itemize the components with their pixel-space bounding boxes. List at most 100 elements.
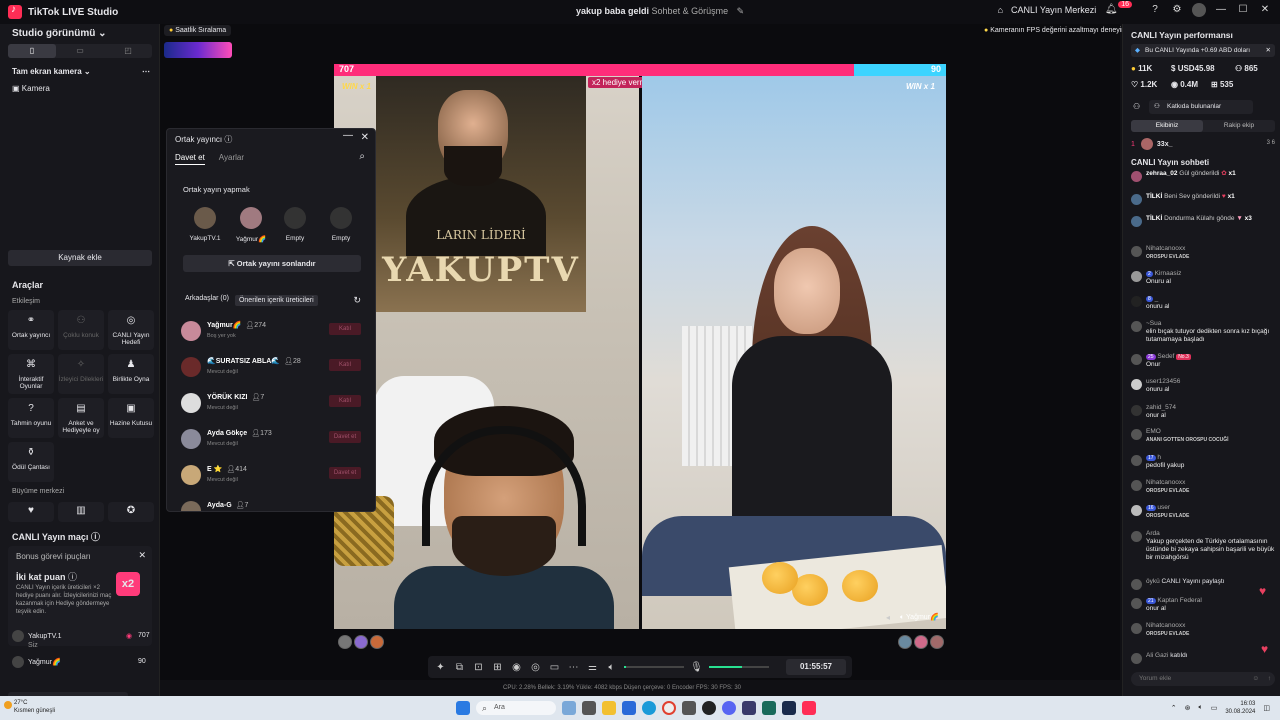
app-icon[interactable]	[742, 701, 756, 715]
minimize-panel-icon[interactable]: —	[343, 130, 353, 141]
weather-widget[interactable]: 27°C Kısmen güneşli	[4, 699, 55, 715]
profile-avatar[interactable]	[1192, 3, 1206, 17]
source-camera[interactable]: ▣ Kamera	[12, 84, 50, 93]
growth-tool-3[interactable]: ✪	[108, 502, 154, 522]
speaker-volume-icon[interactable]: 🔈︎	[605, 661, 618, 674]
comment-input[interactable]: Yorum ekle ☺ ↑	[1131, 672, 1275, 686]
join-button[interactable]: Katıl	[329, 323, 361, 335]
app-icon[interactable]	[682, 701, 696, 715]
add-source-button[interactable]: Kaynak ekle	[8, 250, 152, 266]
co-host-slot[interactable]: Yağmur🌈	[231, 207, 271, 243]
promo-banner[interactable]	[164, 42, 232, 58]
taskbar-search[interactable]: Ara	[476, 701, 556, 715]
edit-title-icon[interactable]: ✎	[737, 6, 745, 16]
file-explorer-icon[interactable]	[602, 701, 616, 715]
mic-volume-slider[interactable]	[709, 666, 769, 668]
windows-start-icon[interactable]	[456, 701, 470, 715]
tab-rival-team[interactable]: Rakip ekip	[1203, 120, 1275, 132]
studio-view-dropdown[interactable]: Studio görünümü ⌄	[12, 28, 107, 39]
search-icon[interactable]: ⌕	[359, 151, 365, 162]
close-icon[interactable]: ✕	[1258, 3, 1272, 17]
tool-poll[interactable]: ▤ Anket ve Hediyeyle oy	[58, 398, 104, 438]
growth-tool-1[interactable]: ♥	[8, 502, 54, 522]
camera-toggle-icon[interactable]: ▭	[548, 661, 561, 674]
growth-tool-2[interactable]: ▥	[58, 502, 104, 522]
effects-wand-icon[interactable]: ✦	[434, 661, 447, 674]
tool-interactive-games[interactable]: ⌘ İnteraktif Oyunlar	[8, 354, 54, 394]
co-host-slot-empty[interactable]: Empty	[275, 207, 315, 242]
battery-icon[interactable]: ▭	[1211, 704, 1218, 712]
volume-icon[interactable]: 🔈︎	[1199, 704, 1203, 712]
invite-button[interactable]: Davet et	[329, 431, 361, 443]
settings-gear-icon[interactable]: ⚙	[1170, 3, 1184, 17]
maximize-icon[interactable]: ☐	[1236, 3, 1250, 17]
notification-icon[interactable]: ◫	[1263, 704, 1270, 712]
store-icon[interactable]	[622, 701, 636, 715]
minimize-icon[interactable]: —	[1214, 3, 1228, 17]
info-icon[interactable]: ⓘ	[91, 532, 100, 542]
steam-icon[interactable]	[782, 701, 796, 715]
audio-mixer-icon[interactable]: ⚌	[586, 661, 599, 674]
record-icon[interactable]: ◉	[510, 661, 523, 674]
join-button[interactable]: Katıl	[329, 395, 361, 407]
emoji-icon[interactable]: ☺	[1252, 672, 1259, 686]
layout-toggle[interactable]: ▯ ▭ ◰	[8, 44, 152, 58]
live-center-link[interactable]: CANLI Yayın Merkezi	[1011, 5, 1096, 15]
more-icon[interactable]: ⋯	[567, 661, 580, 674]
chrome-icon[interactable]	[662, 701, 676, 715]
tab-your-team[interactable]: Ekibiniz	[1131, 120, 1203, 132]
right-supporters[interactable]	[898, 635, 944, 649]
tab-suggested[interactable]: Önerilen içerik üreticileri	[234, 295, 318, 306]
chevron-up-icon[interactable]: ⌃	[1171, 704, 1177, 712]
invite-button[interactable]: Davet et	[329, 467, 361, 479]
app-icon[interactable]	[762, 701, 776, 715]
info-icon[interactable]: ⓘ	[224, 135, 232, 144]
app-icon[interactable]	[702, 701, 716, 715]
portrait-layout-icon[interactable]: ▯	[8, 44, 56, 58]
tool-live-goal[interactable]: ◎ CANLI Yayın Hedefi	[108, 310, 154, 350]
landscape-layout-icon[interactable]: ▭	[56, 44, 104, 58]
task-view-icon[interactable]	[582, 701, 596, 715]
mute-icon[interactable]: 🔈︎	[900, 614, 904, 621]
co-host-slot-empty[interactable]: Empty	[321, 207, 361, 242]
tool-prediction[interactable]: ? Tahmin oyunu	[8, 398, 54, 438]
widgets-icon[interactable]	[562, 701, 576, 715]
contributors-button[interactable]: ⚇ Katkıda bulunanlar	[1149, 100, 1253, 114]
refresh-icon[interactable]: ↻	[353, 295, 361, 306]
end-co-host-button[interactable]: ⇱ Ortak yayını sonlandır	[183, 255, 361, 272]
speaker-volume-slider[interactable]	[624, 666, 684, 668]
join-button[interactable]: Katıl	[329, 359, 361, 371]
stream-title-area[interactable]: yakup baba geldi Sohbet & Görüşme ✎	[576, 6, 744, 17]
close-bonus-icon[interactable]: ✕	[138, 550, 146, 561]
replay-icon[interactable]: ◎	[529, 661, 542, 674]
microphone-icon[interactable]: 🎙︎	[690, 661, 703, 674]
tool-play-together[interactable]: ♟ Birlikte Oyna	[108, 354, 154, 394]
other-layout-icon[interactable]: ◰	[104, 44, 152, 58]
close-panel-icon[interactable]: ✕	[361, 132, 369, 143]
tab-invite[interactable]: Davet et	[175, 153, 205, 165]
left-supporters[interactable]	[338, 635, 384, 649]
screen-capture-icon[interactable]: ⊡	[472, 661, 485, 674]
tool-viewer-wishes[interactable]: ✧ İzleyici Dilekleri	[58, 354, 104, 394]
edge-icon[interactable]	[642, 701, 656, 715]
add-source-icon[interactable]: ⊞	[491, 661, 504, 674]
tiktok-studio-icon[interactable]	[802, 701, 816, 715]
contributor-row[interactable]: 1 33x_ 3 6	[1131, 138, 1275, 150]
more-options-icon[interactable]: ⋯	[142, 67, 150, 76]
tool-treasure-box[interactable]: ▣ Hazine Kutusu	[108, 398, 154, 438]
speaker-icon[interactable]: ◂	[886, 613, 890, 622]
notification-bell-icon[interactable]: 🔔︎	[1104, 3, 1118, 17]
layers-icon[interactable]: ⧉	[453, 661, 466, 674]
hourly-ranking-chip[interactable]: ● Saatlik Sıralama	[164, 25, 232, 36]
tool-reward-bag[interactable]: ⚱ Ödül Çantası	[8, 442, 54, 482]
live-center-icon[interactable]: ⌂	[998, 5, 1003, 15]
send-icon[interactable]: ↑	[1268, 672, 1271, 686]
close-icon[interactable]: ✕	[1266, 44, 1271, 57]
scene-dropdown[interactable]: Tam ekran kamera ⌄ ⋯	[12, 67, 150, 76]
help-icon[interactable]: ?	[1148, 3, 1162, 17]
info-icon[interactable]: ⓘ	[68, 572, 77, 582]
tab-settings[interactable]: Ayarlar	[219, 153, 244, 165]
network-icon[interactable]: ⊛	[1185, 704, 1191, 712]
tool-multi-guest[interactable]: ⚇ Çoklu konuk	[58, 310, 104, 350]
discord-icon[interactable]	[722, 701, 736, 715]
